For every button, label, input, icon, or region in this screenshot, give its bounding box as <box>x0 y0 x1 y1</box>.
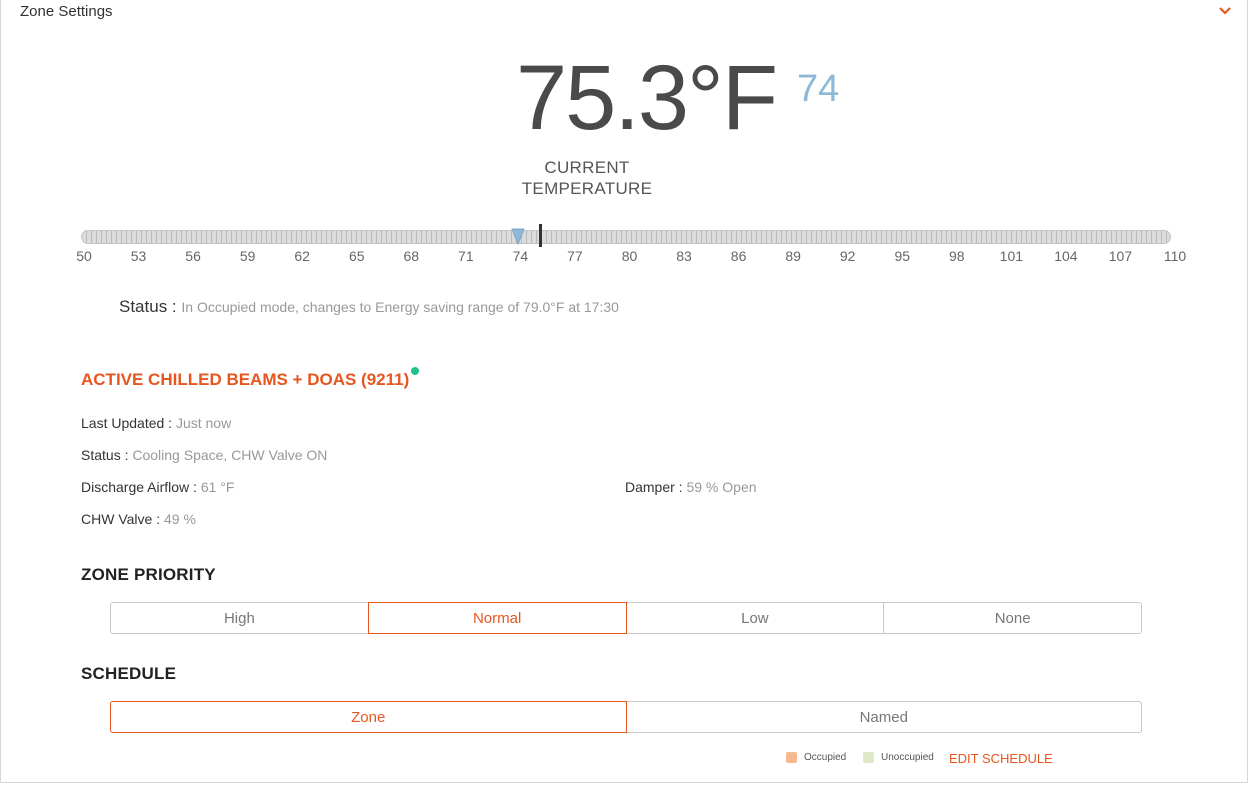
slider-tick-label: 92 <box>839 248 856 264</box>
slider-tick-label: 107 <box>1108 248 1133 264</box>
unoccupied-swatch <box>863 752 874 763</box>
slider-tick-label: 95 <box>894 248 911 264</box>
discharge-airflow: Discharge Airflow : 61 °F <box>81 479 234 495</box>
last-updated: Last Updated : Just now <box>81 415 231 431</box>
slider-tick-label: 53 <box>130 248 147 264</box>
caption-line-1: CURRENT <box>544 158 630 177</box>
chevron-down-icon[interactable] <box>1218 6 1232 16</box>
slider-tick-label: 86 <box>730 248 747 264</box>
zone-settings-panel: Zone Settings 75.3°F 74 CURRENT TEMPERAT… <box>0 0 1248 783</box>
last-updated-label: Last Updated : <box>81 415 173 431</box>
caption-line-2: TEMPERATURE <box>521 179 653 198</box>
priority-low-button[interactable]: Low <box>625 602 885 634</box>
slider-tick-label: 65 <box>348 248 365 264</box>
slider-tick-label: 101 <box>999 248 1024 264</box>
zone-status-label: Status : <box>119 297 177 316</box>
slider-tick-label: 110 <box>1163 248 1187 264</box>
chw-valve-label: CHW Valve : <box>81 511 161 527</box>
slider-tick-label: 98 <box>949 248 965 264</box>
slider-tick-label: 74 <box>512 248 529 264</box>
zone-priority-selector: High Normal Low None <box>110 602 1142 634</box>
equipment-status: Status : Cooling Space, CHW Valve ON <box>81 447 327 463</box>
chw-valve-value: 49 % <box>163 511 196 527</box>
schedule-zone-button[interactable]: Zone <box>110 701 627 733</box>
schedule-named-button[interactable]: Named <box>625 701 1142 733</box>
legend-unoccupied: Unoccupied <box>863 752 934 763</box>
damper-value: 59 % Open <box>686 479 757 495</box>
current-temperature-caption: CURRENT TEMPERATURE <box>521 157 653 199</box>
legend-occupied-label: Occupied <box>804 752 847 763</box>
priority-high-button[interactable]: High <box>110 602 369 634</box>
priority-normal-button[interactable]: Normal <box>367 602 627 634</box>
equipment-status-value: Cooling Space, CHW Valve ON <box>132 447 328 463</box>
damper-label: Damper : <box>625 479 683 495</box>
zone-status-value: In Occupied mode, changes to Energy savi… <box>181 299 619 315</box>
schedule-selector: Zone Named <box>110 701 1142 733</box>
legend-occupied: Occupied <box>786 752 846 763</box>
legend-unoccupied-label: Unoccupied <box>881 752 934 763</box>
discharge-airflow-label: Discharge Airflow : <box>81 479 197 495</box>
edit-schedule-link[interactable]: EDIT SCHEDULE <box>949 751 1053 766</box>
current-temperature-marker <box>539 224 542 247</box>
slider-tick-label: 80 <box>621 248 638 264</box>
equipment-status-label: Status : <box>81 447 129 463</box>
panel-title: Zone Settings <box>20 3 113 20</box>
setpoint-handle[interactable] <box>511 227 525 245</box>
slider-tick-label: 71 <box>458 248 474 264</box>
slider-tick-label: 77 <box>567 248 583 264</box>
slider-tick-label: 56 <box>185 248 201 264</box>
slider-tick-label: 59 <box>239 248 256 264</box>
setpoint-value[interactable]: 74 <box>797 68 839 111</box>
damper: Damper : 59 % Open <box>625 479 757 495</box>
temperature-slider-track[interactable] <box>81 230 1171 244</box>
slider-tick-label: 62 <box>294 248 310 264</box>
chw-valve: CHW Valve : 49 % <box>81 511 196 527</box>
zone-priority-title: ZONE PRIORITY <box>81 565 216 584</box>
schedule-title: SCHEDULE <box>81 664 177 683</box>
equipment-title[interactable]: ACTIVE CHILLED BEAMS + DOAS (9211) <box>81 370 409 390</box>
slider-tick-label: 50 <box>76 248 92 264</box>
priority-none-button[interactable]: None <box>883 602 1142 634</box>
zone-status: Status : In Occupied mode, changes to En… <box>119 297 619 317</box>
slider-tick-label: 68 <box>403 248 420 264</box>
slider-tick-label: 104 <box>1054 248 1078 264</box>
discharge-airflow-value: 61 °F <box>200 479 235 495</box>
online-status-dot <box>411 367 419 375</box>
occupied-swatch <box>786 752 797 763</box>
slider-tick-label: 89 <box>785 248 801 264</box>
slider-tick-label: 83 <box>676 248 692 264</box>
last-updated-value: Just now <box>175 415 232 431</box>
current-temperature: 75.3°F <box>516 47 778 149</box>
